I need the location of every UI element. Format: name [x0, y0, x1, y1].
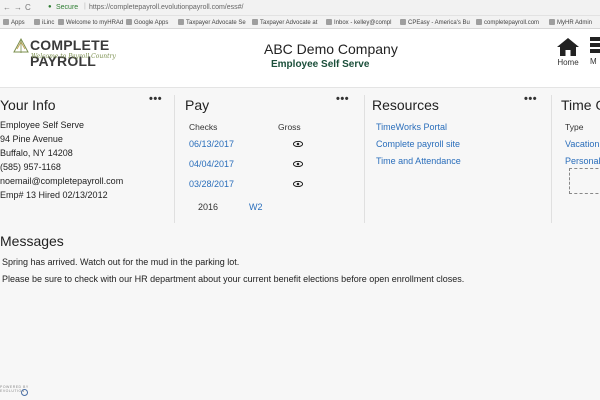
eye-icon[interactable] — [293, 161, 303, 167]
menu-button[interactable]: M — [590, 37, 600, 66]
info-line: Employee Self Serve — [0, 120, 85, 130]
pay-more-icon[interactable]: ••• — [336, 93, 349, 105]
home-label: Home — [557, 58, 579, 67]
document-icon — [476, 19, 482, 25]
bookmark-item[interactable]: Welcome to myHRAd — [58, 19, 123, 26]
google-icon — [326, 19, 332, 25]
eye-icon[interactable] — [293, 141, 303, 147]
pay-title: Pay — [185, 97, 210, 113]
messages-title: Messages — [0, 233, 64, 249]
wheat-logo-icon — [13, 37, 29, 53]
resource-link-payroll-site[interactable]: Complete payroll site — [376, 139, 460, 149]
menu-icon — [590, 37, 600, 53]
info-line: (585) 957-1168 — [0, 162, 61, 172]
company-logo[interactable]: COMPLETE PAYROLL Welcome to Payroll Coun… — [12, 34, 152, 69]
document-icon — [400, 19, 406, 25]
document-icon — [252, 19, 258, 25]
bookmarks-bar: Apps iLinc Welcome to myHRAd Google Apps… — [0, 16, 600, 29]
address-separator: | — [84, 3, 86, 10]
your-info-title: Your Info — [0, 97, 56, 113]
type-header: Type — [565, 122, 584, 132]
checks-header: Checks — [189, 122, 218, 132]
url-text[interactable]: https://completepayroll.evolutionpayroll… — [89, 4, 243, 11]
resources-title: Resources — [372, 97, 439, 113]
bookmark-icon — [58, 19, 64, 25]
menu-label: M — [590, 57, 597, 66]
resource-link-timeworks[interactable]: TimeWorks Portal — [376, 122, 447, 132]
bookmark-item[interactable]: MyHR Admin — [549, 19, 592, 26]
evolution-logo-icon — [21, 389, 28, 396]
message-item: Please be sure to check with our HR depa… — [2, 274, 465, 284]
your-info-panel: Your Info ••• Employee Self Serve 94 Pin… — [0, 89, 168, 227]
info-line: Emp# 13 Hired 02/13/2012 — [0, 190, 108, 200]
bookmark-icon — [34, 19, 40, 25]
eye-icon[interactable] — [293, 181, 303, 187]
time-off-title: Time O — [561, 97, 600, 113]
company-name: ABC Demo Company — [264, 41, 398, 57]
browser-address-bar[interactable]: ←→C ● Secure | https://completepayroll.e… — [0, 0, 600, 16]
nav-arrows-icon[interactable]: ←→C — [3, 3, 34, 12]
time-off-placeholder-box — [569, 168, 600, 194]
bookmark-item[interactable]: Google Apps — [126, 19, 168, 26]
time-off-panel: Time O Type Vacation Personal — [561, 89, 600, 227]
check-date-link[interactable]: 04/04/2017 — [189, 159, 234, 169]
bookmark-item[interactable]: Apps — [3, 19, 25, 26]
check-date-link[interactable]: 06/13/2017 — [189, 139, 234, 149]
message-item: Spring has arrived. Watch out for the mu… — [2, 257, 240, 267]
info-line: noemail@completepayroll.com — [0, 176, 124, 186]
info-line: 94 Pine Avenue — [0, 134, 63, 144]
google-icon — [126, 19, 132, 25]
bookmark-item[interactable]: completepayroll.com — [476, 19, 539, 26]
bookmark-item[interactable]: Taxpayer Advocate at — [252, 19, 317, 26]
bookmark-item[interactable]: Taxpayer Advocate Se — [178, 19, 246, 26]
w2-link[interactable]: W2 — [249, 202, 263, 212]
time-off-vacation-link[interactable]: Vacation — [565, 139, 599, 149]
resources-panel: Resources ••• TimeWorks Portal Complete … — [372, 89, 544, 227]
logo-tagline: Welcome to Payroll Country — [31, 53, 116, 60]
home-icon — [557, 38, 579, 56]
panel-divider — [551, 95, 552, 223]
lock-icon: ● — [48, 4, 52, 10]
your-info-more-icon[interactable]: ••• — [149, 93, 162, 105]
secure-label: Secure — [56, 4, 79, 11]
resources-more-icon[interactable]: ••• — [524, 93, 537, 105]
info-line: Buffalo, NY 14208 — [0, 148, 73, 158]
home-button[interactable]: Home — [553, 37, 583, 67]
bookmark-icon — [178, 19, 184, 25]
panel-divider — [174, 95, 175, 223]
apps-icon — [3, 19, 9, 25]
resource-link-time-attendance[interactable]: Time and Attendance — [376, 156, 461, 166]
w2-year: 2016 — [198, 202, 219, 212]
check-date-link[interactable]: 03/28/2017 — [189, 179, 234, 189]
panel-divider — [364, 95, 365, 223]
time-off-personal-link[interactable]: Personal — [565, 156, 600, 166]
page-title: Employee Self Serve — [271, 59, 370, 70]
bookmark-icon — [549, 19, 555, 25]
bookmark-item[interactable]: iLinc — [34, 19, 54, 26]
bookmark-item[interactable]: CPEasy - America's Bu — [400, 19, 470, 26]
gross-header: Gross — [278, 122, 301, 132]
pay-panel: Pay ••• Checks Gross 06/13/2017 04/04/20… — [185, 89, 355, 227]
app-header: COMPLETE PAYROLL Welcome to Payroll Coun… — [0, 29, 600, 88]
bookmark-item[interactable]: Inbox - kelley@compl — [326, 19, 391, 26]
powered-by-logo: POWERED BY EVOLUTION — [0, 384, 60, 398]
